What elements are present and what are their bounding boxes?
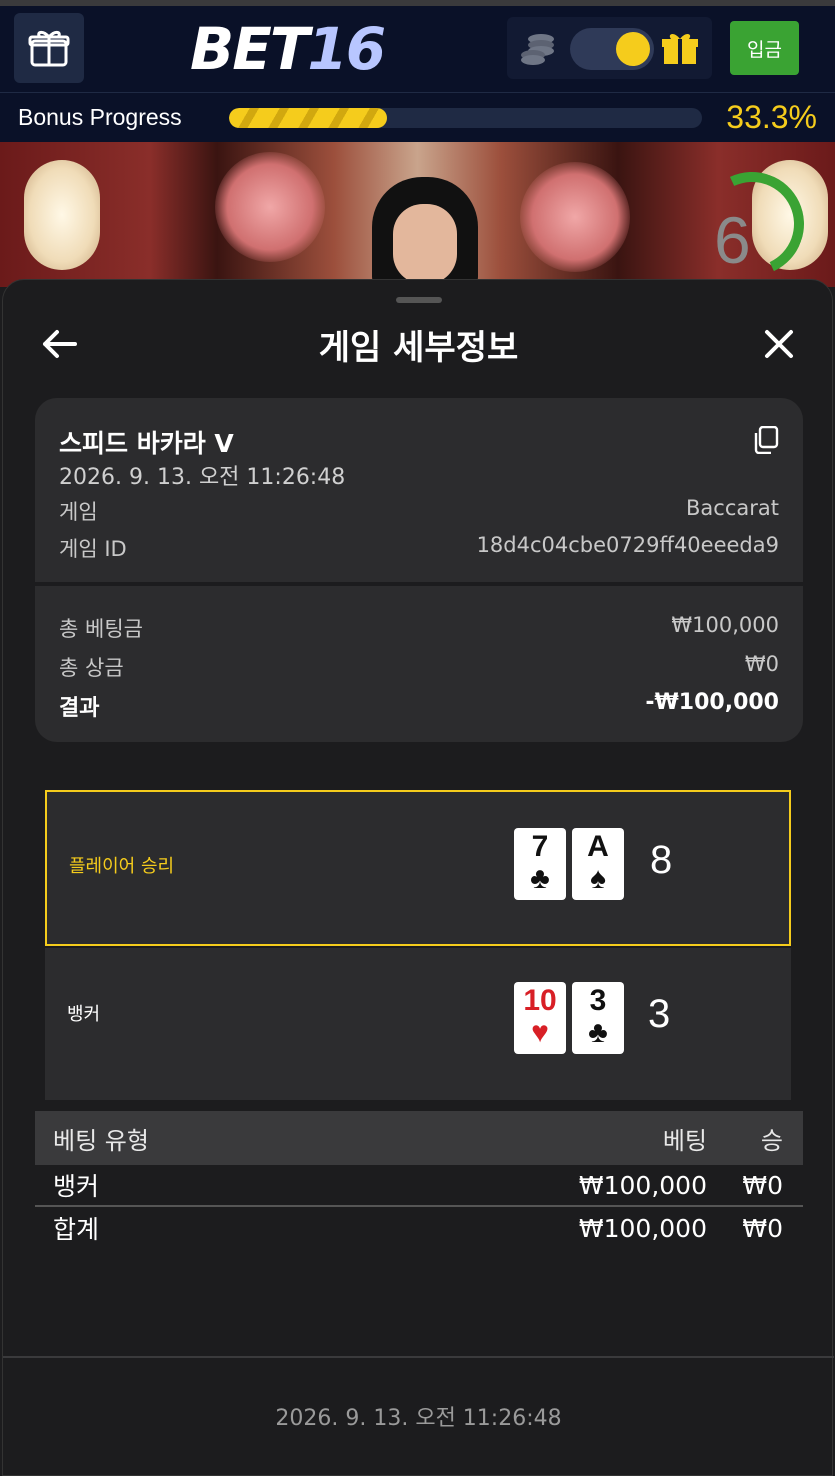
- playing-card: 3 ♣: [572, 982, 624, 1054]
- close-icon[interactable]: [759, 324, 799, 364]
- bonus-percent: 33.3%: [726, 99, 817, 135]
- banker-hand-panel: 뱅커 10 ♥ 3 ♣ 3: [45, 948, 791, 1100]
- total-bet-cell: ₩100,000: [578, 1213, 707, 1243]
- footer-divider: [3, 1356, 834, 1358]
- card-rank: A: [587, 830, 609, 863]
- total-bet-label: 총 베팅금: [59, 617, 143, 641]
- total-prize-value: ₩0: [744, 652, 779, 676]
- header-bet-type: 베팅 유형: [53, 1126, 149, 1155]
- total-prize-row: 총 상금 ₩0: [59, 652, 779, 682]
- dealer-face: [393, 204, 457, 284]
- player-hand-total: 8: [650, 838, 673, 882]
- game-summary-card: 스피드 바카라 V 2026. 9. 13. 오전 11:26:48 게임 Ba…: [35, 398, 803, 742]
- bet-type-cell: 뱅커: [53, 1172, 100, 1201]
- banker-hand-label: 뱅커: [67, 1004, 101, 1025]
- brand-logo[interactable]: BET16: [190, 14, 386, 84]
- copy-icon[interactable]: [753, 426, 779, 454]
- countdown-timer: 6: [714, 203, 751, 277]
- result-label: 결과: [59, 696, 100, 721]
- game-name: 스피드 바카라 V: [59, 429, 234, 458]
- result-row: 결과 -₩100,000: [59, 690, 779, 722]
- bet-amount-cell: ₩100,000: [578, 1170, 707, 1200]
- card-suit: ♥: [531, 1016, 549, 1049]
- playing-card: A ♠: [572, 828, 624, 900]
- total-win-cell: ₩0: [742, 1213, 783, 1243]
- card-suit: ♣: [588, 1016, 608, 1049]
- player-hand-panel: 플레이어 승리 7 ♣ A ♠ 8: [45, 790, 791, 946]
- bet-table-header: 베팅 유형 베팅 승: [35, 1111, 803, 1165]
- card-rank: 7: [531, 830, 549, 863]
- game-id-row: 게임 ID 18d4c04cbe0729ff40eeeda9: [59, 533, 779, 563]
- game-type-value: Baccarat: [686, 496, 779, 520]
- header-bet: 베팅: [662, 1126, 707, 1155]
- blossom: [215, 152, 325, 262]
- card-suit: ♠: [590, 862, 606, 895]
- playing-card: 10 ♥: [514, 982, 566, 1054]
- playing-card: 7 ♣: [514, 828, 566, 900]
- promotions-button[interactable]: [14, 13, 84, 83]
- banker-hand-total: 3: [648, 992, 671, 1036]
- game-details-sheet: 게임 세부정보 스피드 바카라 V 2026. 9. 13. 오전 11:26:…: [2, 279, 834, 1476]
- player-hand-label: 플레이어 승리: [69, 856, 175, 877]
- live-video-stream: 6: [0, 142, 835, 287]
- bonus-progress-bar: Bonus Progress 33.3%: [0, 92, 835, 142]
- gift-box-icon[interactable]: [661, 30, 699, 66]
- bet-table: 베팅 유형 베팅 승 뱅커 ₩100,000 ₩0 합계 ₩100,000 ₩0: [35, 1111, 803, 1249]
- card-rank: 3: [589, 984, 607, 1017]
- sheet-drag-handle[interactable]: [396, 297, 442, 303]
- game-datetime: 2026. 9. 13. 오전 11:26:48: [59, 465, 346, 490]
- gift-icon: [28, 30, 70, 67]
- card-rank: 10: [523, 984, 557, 1017]
- lantern-left: [24, 160, 100, 270]
- header-win: 승: [760, 1126, 783, 1155]
- game-type-row: 게임 Baccarat: [59, 496, 779, 526]
- bonus-progress-fill: [229, 108, 387, 128]
- total-bet-value: ₩100,000: [671, 613, 779, 637]
- bonus-label: Bonus Progress: [18, 104, 182, 130]
- mode-toggle-group: [507, 17, 712, 79]
- deposit-button[interactable]: 입금: [730, 21, 799, 75]
- table-total-row: 합계 ₩100,000 ₩0: [35, 1207, 803, 1249]
- game-type-label: 게임: [59, 500, 98, 524]
- currency-toggle[interactable]: [570, 28, 654, 70]
- coins-icon[interactable]: [519, 31, 559, 67]
- card-suit: ♣: [530, 862, 550, 895]
- win-amount-cell: ₩0: [742, 1170, 783, 1200]
- card-divider: [35, 582, 803, 586]
- result-value: -₩100,000: [645, 690, 779, 715]
- game-id-label: 게임 ID: [59, 537, 127, 561]
- total-bet-row: 총 베팅금 ₩100,000: [59, 613, 779, 643]
- footer-datetime: 2026. 9. 13. 오전 11:26:48: [275, 1406, 562, 1431]
- blossom: [520, 162, 630, 272]
- total-label-cell: 합계: [53, 1215, 100, 1244]
- game-id-value: 18d4c04cbe0729ff40eeeda9: [476, 533, 779, 557]
- bonus-progress-track: [229, 108, 702, 128]
- table-row: 뱅커 ₩100,000 ₩0: [35, 1165, 803, 1207]
- total-prize-label: 총 상금: [59, 656, 124, 680]
- sheet-title: 게임 세부정보: [318, 328, 519, 368]
- app-header: BET16 입금: [0, 6, 835, 92]
- toggle-knob: [616, 32, 650, 66]
